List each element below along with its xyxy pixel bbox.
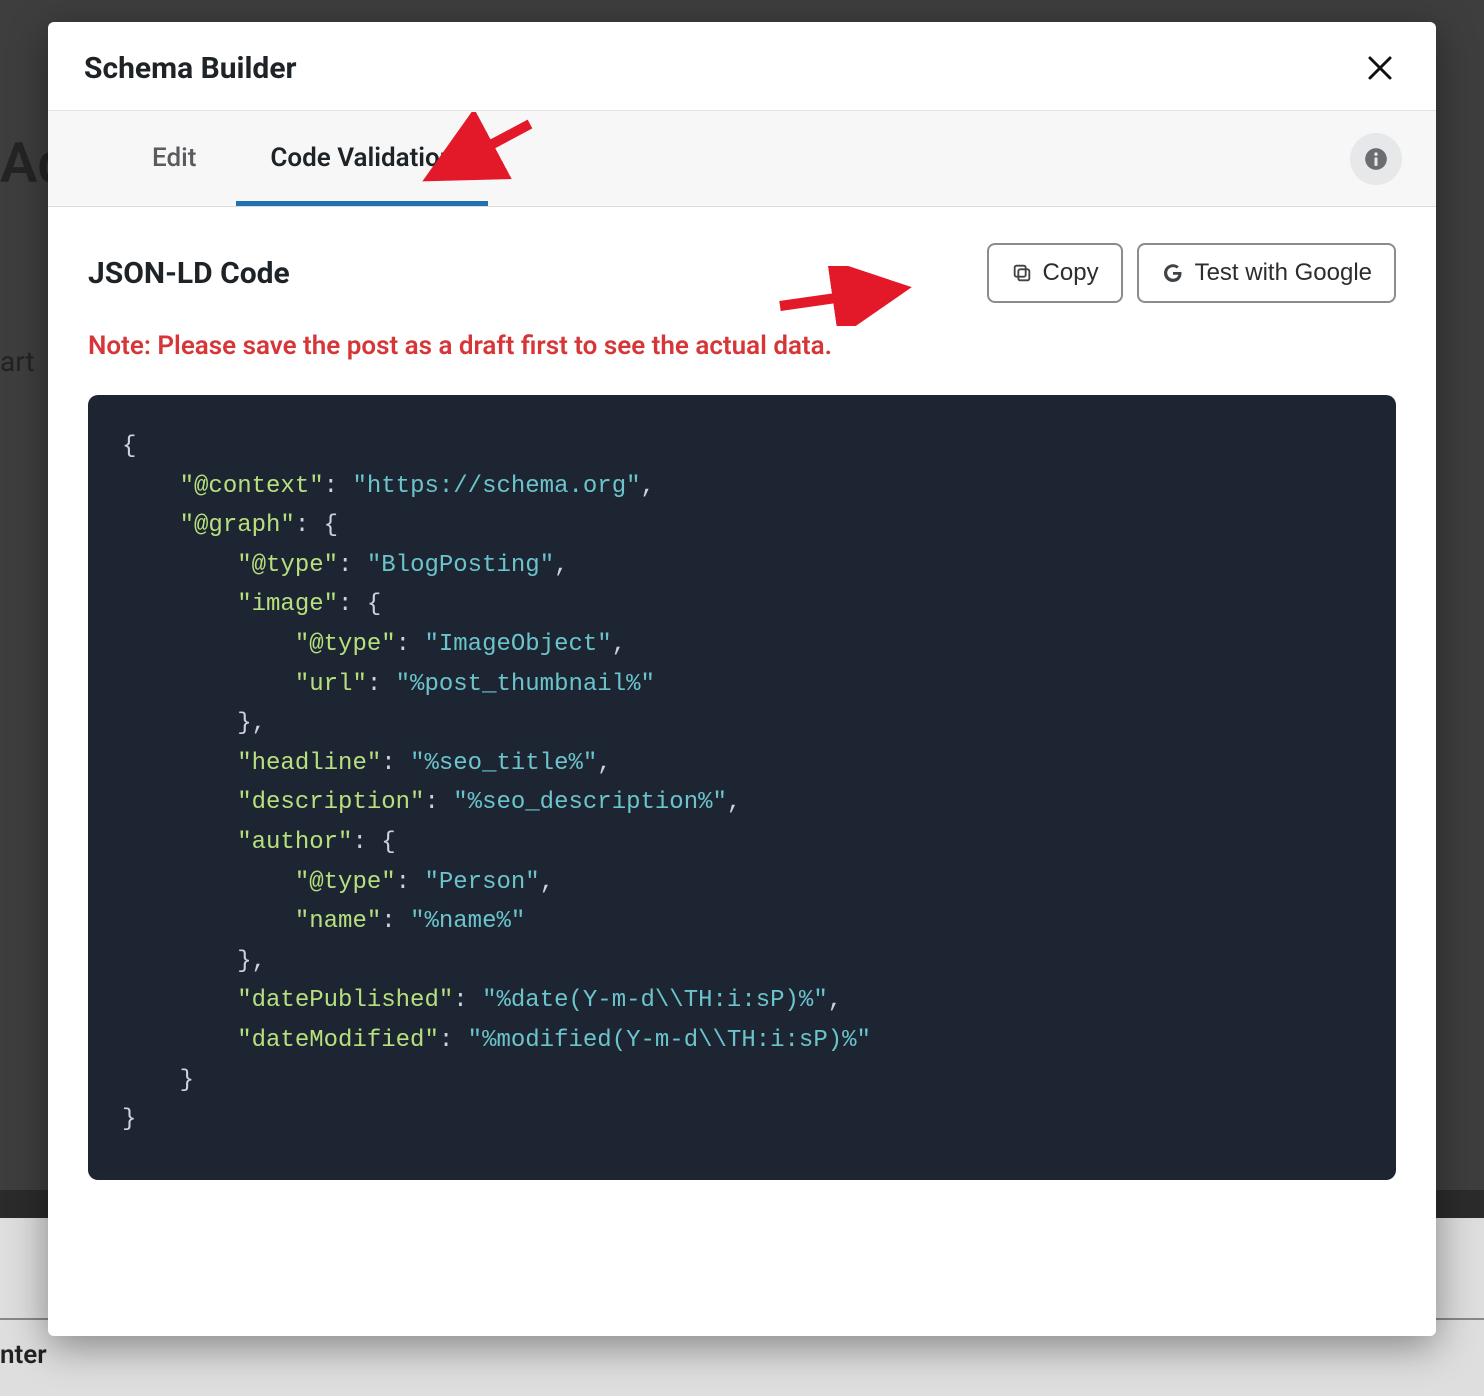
schema-builder-modal: Schema Builder Edit Code Validation JSON… (48, 22, 1436, 1336)
copy-button-label: Copy (1043, 259, 1099, 287)
json-ld-code-block[interactable]: { "@context": "https://schema.org", "@gr… (88, 395, 1396, 1180)
tab-code-validation[interactable]: Code Validation (236, 111, 488, 206)
close-icon (1365, 53, 1395, 83)
google-icon (1161, 261, 1185, 285)
copy-icon (1011, 262, 1033, 284)
section-title: JSON-LD Code (88, 256, 290, 291)
modal-header: Schema Builder (48, 22, 1436, 111)
note-text: Note: Please save the post as a draft fi… (88, 331, 1396, 361)
tabs: Edit Code Validation (48, 111, 488, 206)
tab-edit[interactable]: Edit (118, 111, 230, 206)
button-row: Copy Test with Google (987, 243, 1396, 303)
bg-bottom-text: nter (0, 1340, 47, 1370)
content-header: JSON-LD Code Copy Test with Google (88, 243, 1396, 303)
modal-content: JSON-LD Code Copy Test with Google No (48, 207, 1436, 1336)
bg-sub-fragment: art (0, 345, 35, 378)
copy-button[interactable]: Copy (987, 243, 1123, 303)
test-with-google-button[interactable]: Test with Google (1137, 243, 1396, 303)
info-icon (1363, 146, 1389, 172)
modal-title: Schema Builder (84, 51, 297, 86)
test-google-button-label: Test with Google (1195, 259, 1372, 287)
close-button[interactable] (1360, 48, 1400, 88)
info-button[interactable] (1350, 133, 1402, 185)
tabs-row: Edit Code Validation (48, 111, 1436, 207)
